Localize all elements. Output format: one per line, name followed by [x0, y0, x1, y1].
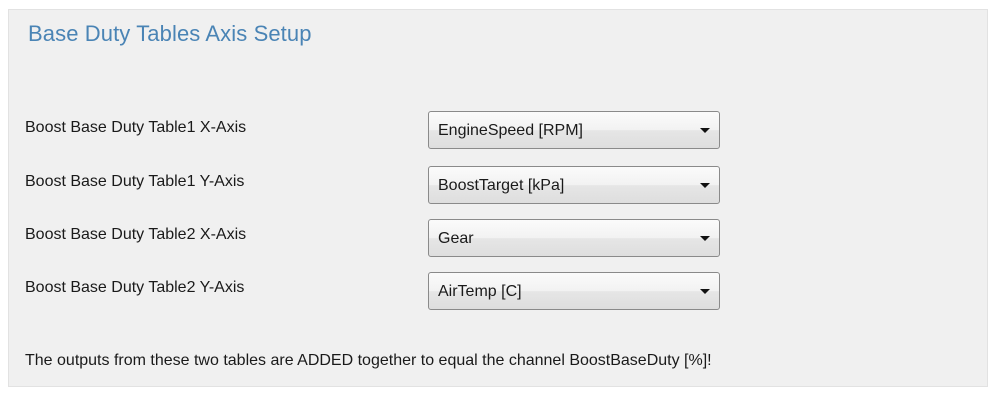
- table2-x-axis-value: Gear: [438, 230, 474, 247]
- chevron-down-icon: [700, 236, 710, 241]
- page-title: Base Duty Tables Axis Setup: [28, 21, 312, 46]
- table1-y-axis-value: BoostTarget [kPa]: [438, 177, 565, 194]
- table1-x-axis-label: Boost Base Duty Table1 X-Axis: [25, 119, 247, 136]
- axis-setup-panel: Base Duty Tables Axis Setup Boost Base D…: [8, 9, 988, 387]
- table1-x-axis-select[interactable]: EngineSpeed [RPM]: [428, 111, 720, 149]
- table2-x-axis-label: Boost Base Duty Table2 X-Axis: [25, 226, 247, 243]
- table2-y-axis-label: Boost Base Duty Table2 Y-Axis: [25, 279, 245, 296]
- table1-y-axis-select[interactable]: BoostTarget [kPa]: [428, 166, 720, 204]
- chevron-down-icon: [700, 289, 710, 294]
- table1-y-axis-label: Boost Base Duty Table1 Y-Axis: [25, 173, 245, 190]
- chevron-down-icon: [700, 128, 710, 133]
- table2-y-axis-value: AirTemp [C]: [438, 283, 522, 300]
- chevron-down-icon: [700, 183, 710, 188]
- table2-y-axis-select[interactable]: AirTemp [C]: [428, 272, 720, 310]
- footer-note: The outputs from these two tables are AD…: [25, 352, 712, 369]
- table1-x-axis-value: EngineSpeed [RPM]: [438, 122, 583, 139]
- table2-x-axis-select[interactable]: Gear: [428, 219, 720, 257]
